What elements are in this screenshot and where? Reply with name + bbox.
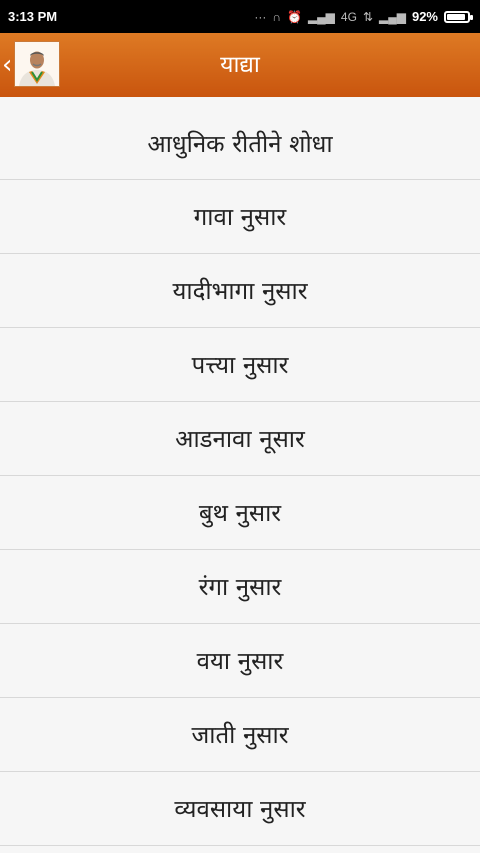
status-bar: 3:13 PM ··· ∩ ⏰ ▂▄▆ 4G ⇅ ▂▄▆ 92% [0,0,480,33]
status-right: ··· ∩ ⏰ ▂▄▆ 4G ⇅ ▂▄▆ 92% [254,9,473,24]
headset-icon: ∩ [272,9,281,24]
notification-dots-icon: ··· [254,9,267,24]
menu-item-by-surname[interactable]: आडनावा नूसार [0,402,480,476]
menu-item-by-color[interactable]: रंगा नुसार [0,550,480,624]
menu-item-by-age[interactable]: वया नुसार [0,624,480,698]
signal-2-icon: ▂▄▆ [379,9,406,24]
status-time: 3:13 PM [8,9,58,24]
menu-item-by-caste[interactable]: जाती नुसार [0,698,480,772]
avatar[interactable] [14,41,60,87]
page-title: याद्या [220,52,260,78]
avatar-portrait-icon [15,42,59,86]
battery-icon [444,10,473,23]
back-arrow-icon[interactable]: ‹ [2,51,14,79]
battery-fill [447,13,466,20]
volte-icon: ⇅ [362,9,373,24]
menu-item-by-occupation[interactable]: व्यवसाया नुसार [0,772,480,846]
status-icons: ··· ∩ ⏰ ▂▄▆ 4G ⇅ ▂▄▆ [254,10,406,24]
menu-item-by-address[interactable]: पत्त्या नुसार [0,328,480,402]
network-type: 4G [340,9,357,24]
menu-item-by-booth[interactable]: बुथ नुसार [0,476,480,550]
signal-icon: ▂▄▆ [307,9,335,24]
app-bar: ‹ याद्या [0,33,480,97]
menu-item-by-list-part[interactable]: यादीभागा नुसार [0,254,480,328]
menu-item-modern-search[interactable]: आधुनिक रीतीने शोधा [0,97,480,180]
battery-percent: 92% [411,9,438,24]
alarm-icon: ⏰ [287,9,302,24]
menu-list: आधुनिक रीतीने शोधा गावा नुसार यादीभागा न… [0,97,480,846]
menu-item-by-village[interactable]: गावा नुसार [0,180,480,254]
